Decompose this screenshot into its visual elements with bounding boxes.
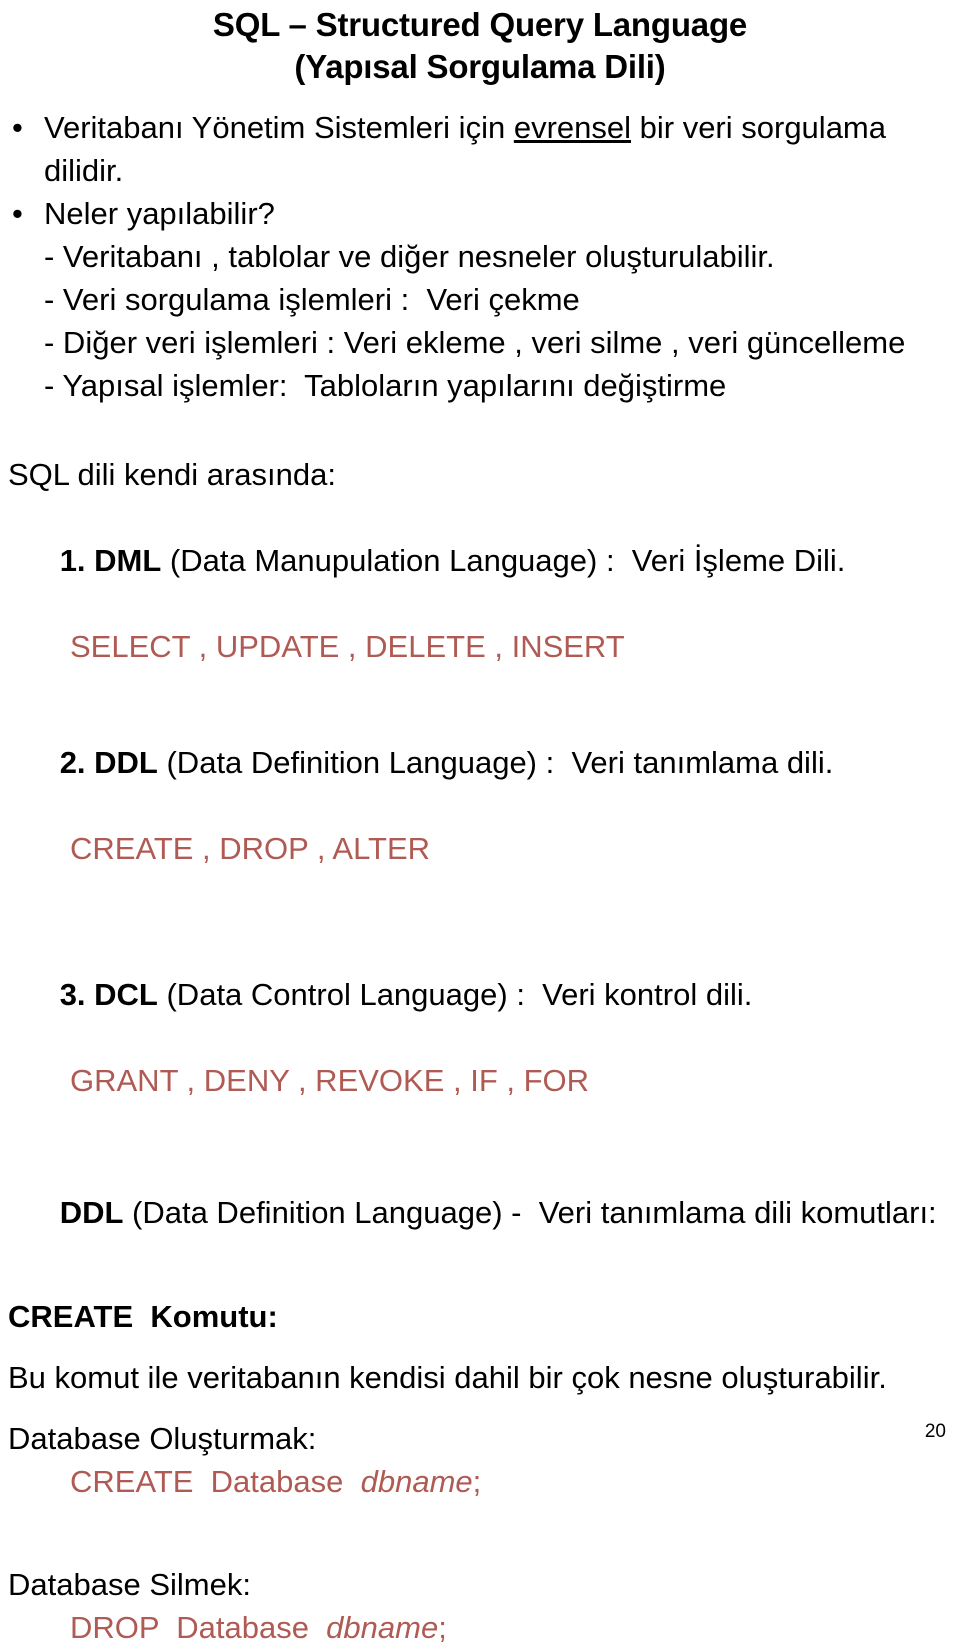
spacer-before-sublanguages [8,407,946,453]
bullet-item-definition: • Veritabanı Yönetim Sistemleri için evr… [8,106,946,149]
sublanguage-item-dml: 1. DML (Data Manupulation Language) : Ve… [8,496,946,625]
sublanguage-ddl-expansion: (Data Definition Language) : Veri tanıml… [157,745,834,780]
bullet-item-question: • Neler yapılabilir? [8,192,946,235]
create-command-description: Bu komut ile veritabanın kendisi dahil b… [8,1360,887,1395]
slide-page: SQL – Structured Query Language (Yapısal… [0,0,960,1645]
sublanguage-dcl-commands: GRANT , DENY , REVOKE , IF , FOR [70,1063,590,1098]
bullet-1-text-pre: Veritabanı Yönetim Sistemleri için [44,110,514,145]
spacer-after-ddl [8,870,946,930]
sublanguage-ddl-abbr: 2. DDL [59,745,158,780]
ddl-section-heading-rest: (Data Definition Language) - Veri tanıml… [123,1195,937,1230]
bullet-1-wrap-line: dilidir. [44,153,124,188]
bullet-dot-icon: • [12,110,23,145]
drop-database-keyword: DROP Database [70,1610,327,1645]
create-database-statement: CREATE Database dbname; [8,1460,946,1503]
sublanguage-dcl-abbr: 3. DCL [59,977,158,1012]
sublanguage-ddl-commands: CREATE , DROP , ALTER [70,831,431,866]
capability-line-1: - Veritabanı , tablolar ve diğer nesnele… [44,239,775,274]
spacer-before-ddl-section [8,1102,946,1148]
ddl-section-heading: DDL (Data Definition Language) - Veri ta… [8,1148,946,1277]
body-content: • Veritabanı Yönetim Sistemleri için evr… [0,106,960,1649]
create-database-terminator: ; [472,1464,482,1499]
page-number: 20 [924,1421,946,1442]
spacer-before-create-db [8,1399,946,1417]
spacer-before-description [8,1338,946,1356]
bullet-2-text: Neler yapılabilir? [44,196,275,231]
sublanguage-dml-abbr: 1. DML [59,543,162,578]
sublanguages-heading: SQL dili kendi arasında: [8,457,336,492]
ddl-section-heading-abbr: DDL [59,1195,124,1230]
create-command-heading: CREATE Komutu: [8,1299,278,1334]
title-line-2: (Yapısal Sorgulama Dili) [294,48,666,85]
sublanguage-item-ddl: 2. DDL (Data Definition Language) : Veri… [8,698,946,827]
title-line-1: SQL – Structured Query Language [212,6,748,43]
page-title: SQL – Structured Query Language (Yapısal… [0,0,960,88]
create-database-placeholder: dbname [360,1464,473,1499]
drop-database-placeholder: dbname [326,1610,439,1645]
sublanguage-dml-expansion: (Data Manupulation Language) : Veri İşle… [161,543,846,578]
create-database-keyword: CREATE Database [70,1464,361,1499]
sublanguage-dml-commands: SELECT , UPDATE , DELETE , INSERT [70,629,625,664]
bullet-1-underlined-word: evrensel [513,110,632,145]
spacer-after-dml [8,668,946,698]
bullet-1-text-post: bir veri sorgulama [631,110,886,145]
bullet-dot-icon: • [12,196,23,231]
sublanguage-item-dcl: 3. DCL (Data Control Language) : Veri ko… [8,930,946,1059]
capability-line-3: - Diğer veri işlemleri : Veri ekleme , v… [44,325,906,360]
drop-database-terminator: ; [438,1610,447,1645]
create-database-label: Database Oluşturmak: [8,1421,317,1456]
spacer-after-title [0,88,960,106]
drop-database-statement: DROP Database dbname; [8,1606,946,1649]
drop-database-label: Database Silmek: [8,1567,251,1602]
spacer-before-drop-db [8,1503,946,1563]
capability-line-2: - Veri sorgulama işlemleri : Veri çekme [44,282,580,317]
sublanguage-dcl-expansion: (Data Control Language) : Veri kontrol d… [157,977,753,1012]
capability-line-4: - Yapısal işlemler: Tabloların yapıların… [44,368,727,403]
spacer-before-create-heading [8,1277,946,1295]
